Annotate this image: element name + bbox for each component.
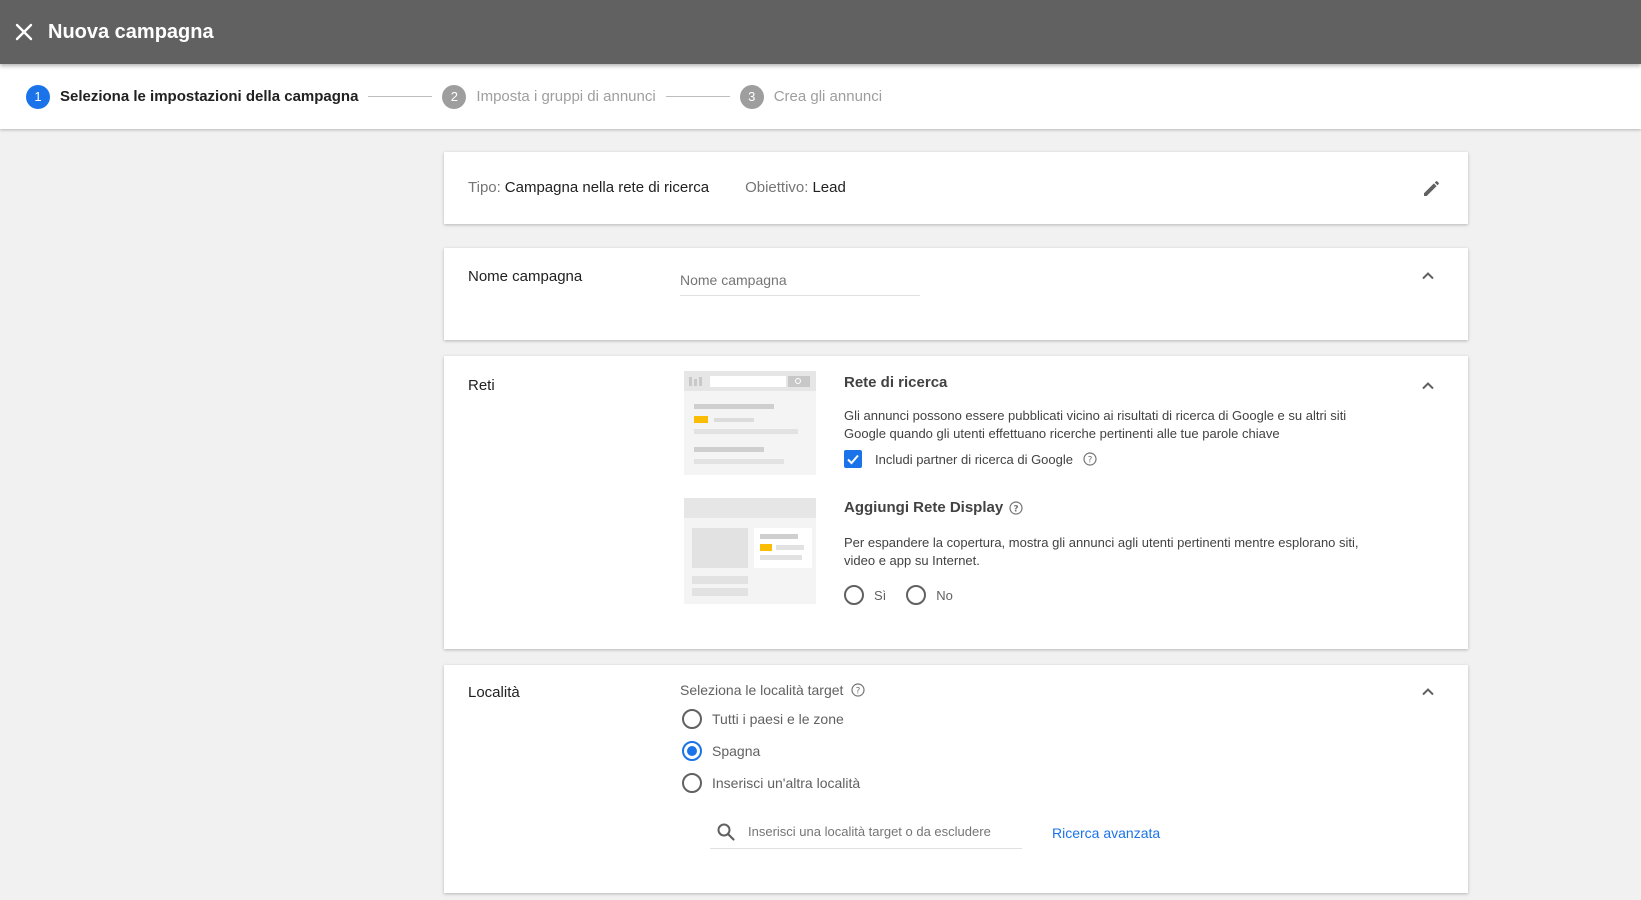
pencil-icon: [1424, 181, 1439, 196]
collapse-button[interactable]: [1418, 376, 1438, 396]
collapse-button[interactable]: [1418, 266, 1438, 286]
chevron-up-icon: [1422, 688, 1434, 696]
campaign-type-card: Tipo: Campagna nella rete di ricerca Obi…: [444, 152, 1468, 224]
location-option-label: Inserisci un'altra località: [712, 775, 861, 791]
search-partners-checkbox[interactable]: [844, 450, 862, 468]
type-key: Tipo:: [468, 179, 501, 196]
location-card: Località Seleziona le località target ? …: [444, 665, 1468, 893]
display-yes-label: Sì: [874, 587, 887, 603]
location-other-radio[interactable]: [682, 773, 702, 793]
location-option-other[interactable]: Inserisci un'altra località: [682, 773, 860, 793]
svg-text:?: ?: [1088, 456, 1093, 466]
location-option-all[interactable]: Tutti i paesi e le zone: [682, 709, 844, 729]
display-network-options: Sì No: [844, 585, 953, 605]
location-heading-text: Seleziona le località target: [680, 682, 844, 698]
display-no-label: No: [936, 587, 953, 603]
goal-key: Obiettivo:: [745, 179, 809, 196]
advanced-search-link[interactable]: Ricerca avanzata: [1052, 825, 1160, 841]
display-no-radio[interactable]: [906, 585, 927, 605]
help-icon[interactable]: ?: [1083, 452, 1097, 466]
step-3-number: 3: [739, 84, 764, 109]
campaign-type-summary: Tipo: Campagna nella rete di ricerca Obi…: [468, 179, 846, 196]
step-connector: [368, 96, 433, 97]
goal-value: Lead: [812, 179, 846, 196]
location-option-label: Tutti i paesi e le zone: [712, 711, 844, 727]
location-heading: Seleziona le località target ?: [680, 682, 866, 698]
top-bar: Nuova campagna: [0, 0, 1641, 64]
step-1[interactable]: 1 Seleziona le impostazioni della campag…: [26, 84, 359, 109]
svg-text:?: ?: [1014, 504, 1019, 514]
networks-label: Reti: [468, 377, 495, 394]
step-connector: [665, 96, 730, 97]
search-network-title: Rete di ricerca: [844, 374, 948, 391]
search-icon: [717, 823, 735, 841]
checkmark-icon: [847, 454, 859, 465]
edit-button[interactable]: [1420, 176, 1444, 200]
search-partners-label: Includi partner di ricerca di Google: [875, 451, 1073, 467]
collapse-button[interactable]: [1418, 682, 1438, 702]
location-option-spain[interactable]: Spagna: [682, 741, 760, 761]
step-3[interactable]: 3 Crea gli annunci: [739, 84, 883, 109]
step-2-number: 2: [442, 84, 467, 109]
location-all-radio[interactable]: [682, 709, 702, 729]
chevron-up-icon: [1422, 382, 1434, 390]
close-button[interactable]: [0, 0, 48, 64]
help-icon[interactable]: ?: [851, 683, 866, 697]
type-value: Campagna nella rete di ricerca: [504, 179, 710, 196]
campaign-name-label: Nome campagna: [468, 268, 583, 285]
location-search: [710, 815, 1022, 849]
campaign-name-card: Nome campagna: [444, 248, 1468, 340]
display-network-title: Aggiungi Rete Display: [844, 499, 1004, 516]
svg-text:?: ?: [856, 687, 861, 697]
step-1-label: Seleziona le impostazioni della campagna: [60, 88, 359, 105]
page-title: Nuova campagna: [48, 20, 214, 43]
step-2[interactable]: 2 Imposta i gruppi di annunci: [442, 84, 656, 109]
location-search-input[interactable]: [748, 824, 1008, 839]
display-network-description: Per espandere la copertura, mostra gli a…: [844, 535, 1359, 568]
location-label: Località: [468, 684, 520, 701]
step-1-number: 1: [26, 84, 50, 109]
chevron-up-icon: [1422, 272, 1434, 280]
close-icon: [15, 23, 33, 41]
campaign-name-input[interactable]: [680, 264, 920, 296]
search-partners-option: Includi partner di ricerca di Google ?: [844, 450, 1097, 468]
display-network-illustration: [684, 498, 816, 604]
location-spain-radio[interactable]: [682, 741, 702, 761]
search-network-illustration: [684, 371, 816, 475]
location-option-label: Spagna: [712, 743, 761, 759]
campaign-stepper: 1 Seleziona le impostazioni della campag…: [0, 64, 1641, 129]
help-icon[interactable]: ?: [1009, 500, 1023, 515]
step-3-label: Crea gli annunci: [773, 88, 883, 105]
networks-card: Reti Rete di ricerca Gli annunci possono…: [444, 356, 1468, 649]
display-yes-radio[interactable]: [844, 585, 864, 605]
display-network-heading: Aggiungi Rete Display ?: [844, 499, 1023, 516]
search-network-description: Gli annunci possono essere pubblicati vi…: [844, 408, 1347, 441]
step-2-label: Imposta i gruppi di annunci: [476, 88, 656, 105]
